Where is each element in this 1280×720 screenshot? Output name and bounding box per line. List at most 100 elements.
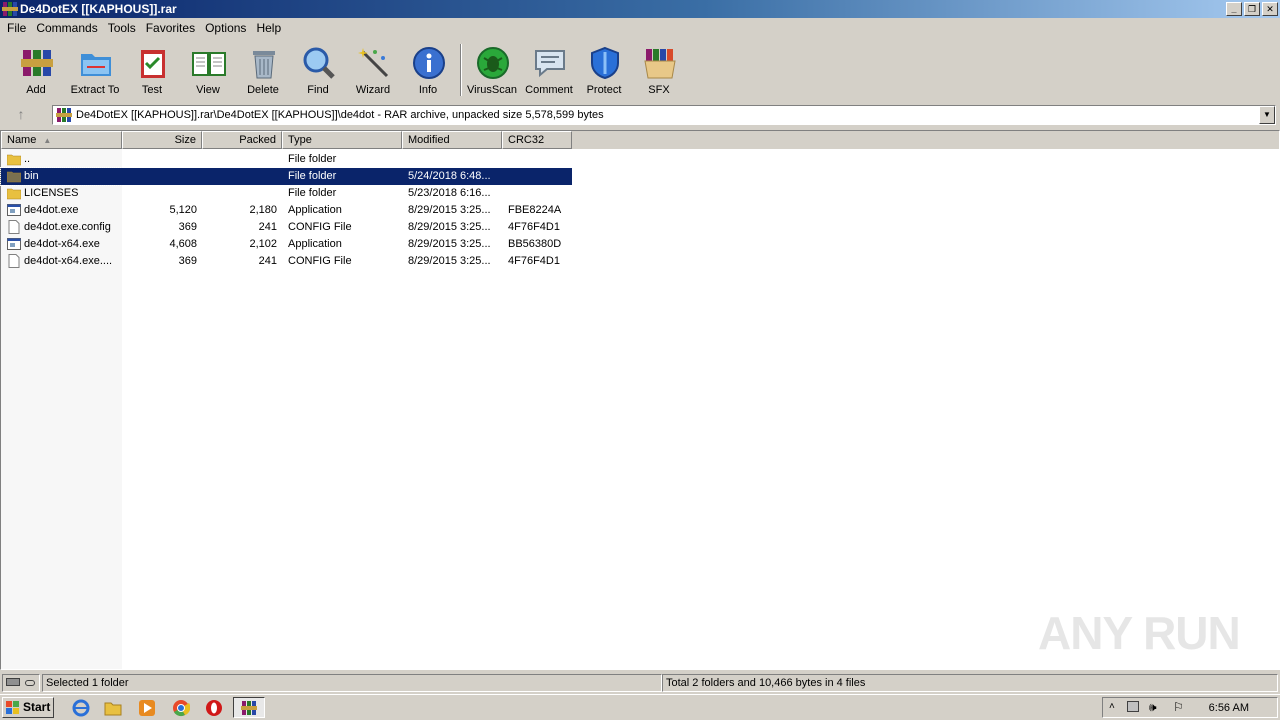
media-player-icon[interactable] — [138, 699, 156, 717]
file-row[interactable]: de4dot-x64.exe 4,608 2,102 Application 8/29/… — [1, 236, 572, 253]
column-header-crc32[interactable]: CRC32 — [502, 131, 572, 149]
file-explorer-icon[interactable] — [104, 699, 122, 717]
chrome-icon[interactable] — [172, 699, 190, 717]
column-header-name[interactable]: Name ▲ — [1, 131, 122, 149]
file-name: de4dot.exe — [24, 204, 79, 216]
key-icon — [25, 680, 36, 686]
file-list[interactable]: Name ▲ Size Packed Type Modified CRC32 .… — [0, 130, 1280, 670]
opera-icon[interactable] — [205, 699, 223, 717]
winrar-books-icon — [21, 50, 53, 76]
address-path: De4DotEX [[KAPHOUS]].rar\De4DotEX [[KAPH… — [76, 109, 604, 121]
address-bar-row: ↑ De4DotEX [[KAPHOUS]].rar\De4DotEX [[KA… — [0, 102, 1280, 126]
network-icon[interactable] — [1127, 701, 1139, 712]
file-modified: 5/23/2018 6:16... — [408, 187, 491, 199]
menu-file[interactable]: File — [2, 21, 31, 35]
status-selection: Selected 1 folder — [42, 674, 662, 692]
address-dropdown-button[interactable]: ▼ — [1259, 106, 1275, 124]
extract-to-button[interactable]: Extract To — [67, 42, 123, 98]
action-center-flag-icon[interactable]: ⚐ — [1173, 700, 1184, 714]
status-drive-area[interactable] — [2, 674, 40, 692]
anyrun-watermark: ANY RUN — [1038, 607, 1241, 659]
file-crc: BB56380D — [508, 238, 562, 250]
application-icon — [7, 204, 21, 216]
file-size: 5,120 — [169, 204, 197, 216]
file-name: LICENSES — [24, 187, 79, 199]
menu-favorites[interactable]: Favorites — [141, 21, 200, 35]
folder-icon — [7, 188, 21, 200]
document-icon — [8, 254, 20, 268]
system-tray: ˄ 🕪 ⚐ 6:56 AM — [1102, 697, 1278, 718]
add-button[interactable]: Add — [8, 42, 64, 98]
file-row[interactable]: de4dot.exe.config 369 241 CONFIG File 8/29/2… — [1, 219, 572, 236]
minimize-button[interactable]: _ — [1226, 2, 1242, 16]
file-row[interactable]: LICENSES File folder 5/23/2018 6:16... — [1, 185, 572, 202]
file-type: CONFIG File — [288, 255, 352, 267]
find-button[interactable]: Find — [290, 42, 346, 98]
address-bar[interactable]: De4DotEX [[KAPHOUS]].rar\De4DotEX [[KAPH… — [52, 105, 1276, 125]
file-packed: 241 — [258, 221, 277, 233]
column-header-size[interactable]: Size — [122, 131, 202, 149]
bug-scan-icon — [477, 47, 509, 79]
delete-button[interactable]: Delete — [235, 42, 291, 98]
toolbar-separator — [460, 44, 462, 96]
windows-flag-icon — [6, 701, 19, 714]
test-button[interactable]: Test — [124, 42, 180, 98]
file-packed: 241 — [258, 255, 277, 267]
sfx-button[interactable]: SFX — [631, 42, 687, 98]
file-type: File folder — [288, 187, 337, 199]
file-type: Application — [288, 204, 342, 216]
column-header-type[interactable]: Type — [282, 131, 402, 149]
column-header-modified[interactable]: Modified — [402, 131, 502, 149]
winrar-app-icon[interactable] — [2, 1, 18, 17]
file-packed: 2,102 — [249, 238, 277, 250]
trash-can-icon — [253, 51, 275, 79]
virusscan-button[interactable]: VirusScan — [464, 42, 520, 98]
folder-icon — [7, 171, 21, 183]
menu-tools[interactable]: Tools — [103, 21, 141, 35]
menu-options[interactable]: Options — [200, 21, 251, 35]
taskbar-winrar-button[interactable] — [233, 697, 265, 718]
rar-archive-icon — [56, 108, 72, 122]
open-book-icon — [192, 52, 226, 76]
protect-button[interactable]: Protect — [576, 42, 632, 98]
file-name: de4dot-x64.exe — [24, 238, 100, 250]
status-bar: Selected 1 folder Total 2 folders and 10… — [0, 673, 1280, 693]
sfx-box-icon — [644, 49, 676, 79]
tray-expand-icon[interactable]: ˄ — [1109, 701, 1115, 712]
restore-button[interactable]: ❐ — [1244, 2, 1260, 16]
file-modified: 8/29/2015 3:25... — [408, 221, 491, 233]
file-crc: 4F76F4D1 — [508, 221, 560, 233]
window-title: De4DotEX [[KAPHOUS]].rar — [20, 2, 177, 16]
folder-extract-icon — [81, 54, 111, 76]
view-button[interactable]: View — [180, 42, 236, 98]
file-row[interactable]: bin File folder 5/24/2018 6:48... — [0, 167, 573, 186]
info-icon — [413, 47, 445, 79]
file-size: 369 — [178, 221, 197, 233]
file-row[interactable]: de4dot-x64.exe.... 369 241 CONFIG File 8/29/… — [1, 253, 572, 270]
wizard-button[interactable]: Wizard — [345, 42, 401, 98]
sort-ascending-icon: ▲ — [43, 136, 52, 145]
application-icon — [7, 238, 21, 250]
internet-explorer-icon[interactable] — [72, 699, 90, 717]
clock[interactable]: 6:56 AM — [1209, 702, 1249, 714]
document-icon — [8, 220, 20, 234]
menu-commands[interactable]: Commands — [31, 21, 102, 35]
magnifier-icon — [303, 47, 335, 79]
title-bar[interactable]: De4DotEX [[KAPHOUS]].rar _ ❐ ✕ — [0, 0, 1280, 18]
up-one-level-button[interactable]: ↑ — [12, 106, 30, 122]
comment-icon — [535, 50, 565, 78]
close-button[interactable]: ✕ — [1262, 2, 1278, 16]
volume-icon[interactable]: 🕪 — [1149, 700, 1157, 715]
file-row[interactable]: .. File folder — [1, 151, 572, 168]
file-type: File folder — [288, 170, 337, 182]
file-modified: 8/29/2015 3:25... — [408, 204, 491, 216]
column-header-packed[interactable]: Packed — [202, 131, 282, 149]
start-button[interactable]: Start — [2, 697, 54, 718]
file-modified: 8/29/2015 3:25... — [408, 238, 491, 250]
menu-help[interactable]: Help — [251, 21, 286, 35]
file-row[interactable]: de4dot.exe 5,120 2,180 Application 8/29/2015… — [1, 202, 572, 219]
info-button[interactable]: Info — [400, 42, 456, 98]
comment-button[interactable]: Comment — [521, 42, 577, 98]
column-header-row: Name ▲ Size Packed Type Modified CRC32 — [1, 131, 1279, 149]
clipboard-check-icon — [141, 50, 165, 78]
